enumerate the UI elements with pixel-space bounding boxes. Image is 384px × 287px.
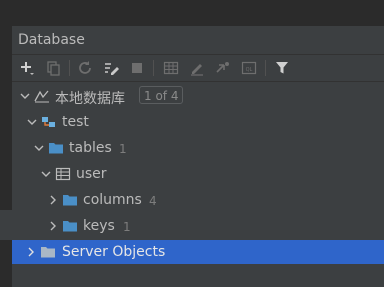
table-icon[interactable] (162, 59, 180, 77)
tree-item-label: tables (69, 140, 112, 156)
refresh-icon[interactable] (76, 59, 94, 77)
database-toolbar: QL (12, 55, 384, 82)
chevron-right-icon[interactable] (48, 221, 58, 231)
item-count: 4 (149, 194, 157, 208)
tree-item-label: test (62, 114, 89, 130)
chevron-down-icon[interactable] (27, 117, 37, 127)
toolbar-separator (153, 60, 154, 76)
schema-count-badge[interactable]: 1 of 4 (139, 86, 184, 104)
tree-item-label: 本地数据库 (55, 91, 125, 107)
database-tool-window: Database QL 本地数据库 1 of 4 test tables 1 u… (12, 26, 384, 287)
folder-icon (63, 221, 77, 232)
jump-icon[interactable] (214, 59, 232, 77)
tree-item-keys[interactable]: keys 1 (12, 214, 384, 238)
chevron-right-icon[interactable] (26, 247, 36, 257)
add-icon[interactable] (18, 59, 36, 77)
tree-item-label: keys (83, 218, 115, 234)
tree-item-columns[interactable]: columns 4 (12, 188, 384, 212)
tree-item-label: columns (83, 192, 142, 208)
database-tree: 本地数据库 1 of 4 test tables 1 user columns … (12, 82, 384, 287)
schema-icon (42, 117, 55, 127)
tree-item-server-objects[interactable]: Server Objects (12, 240, 384, 264)
tree-item-table-user[interactable]: user (12, 162, 384, 186)
chevron-down-icon[interactable] (20, 91, 30, 101)
tool-window-title: Database (18, 32, 85, 48)
tool-window-header: Database (12, 26, 384, 55)
stop-icon[interactable] (128, 59, 146, 77)
table-icon (55, 167, 71, 181)
folder-icon (63, 195, 77, 206)
folder-icon (41, 247, 55, 258)
sql-console-icon[interactable]: QL (240, 59, 258, 77)
chevron-right-icon[interactable] (48, 195, 58, 205)
chevron-down-icon[interactable] (34, 143, 44, 153)
item-count: 1 (119, 142, 127, 156)
item-count: 1 (123, 220, 131, 234)
folder-icon (49, 143, 63, 154)
edit-properties-icon[interactable] (102, 59, 120, 77)
tree-item-tables[interactable]: tables 1 (12, 136, 384, 160)
tree-item-datasource[interactable]: 本地数据库 1 of 4 (12, 84, 384, 108)
svg-text:QL: QL (246, 67, 253, 73)
toolbar-separator (265, 60, 266, 76)
copy-icon[interactable] (44, 59, 62, 77)
tree-item-label: Server Objects (62, 244, 166, 260)
tree-item-label: user (76, 166, 107, 182)
left-gutter (0, 0, 12, 287)
datasource-icon (34, 90, 49, 103)
gutter-marker (0, 210, 12, 240)
toolbar-separator (69, 60, 70, 76)
filter-icon[interactable] (273, 59, 291, 77)
edit-icon[interactable] (188, 59, 206, 77)
chevron-down-icon[interactable] (41, 169, 51, 179)
tree-item-schema-test[interactable]: test (12, 110, 384, 134)
